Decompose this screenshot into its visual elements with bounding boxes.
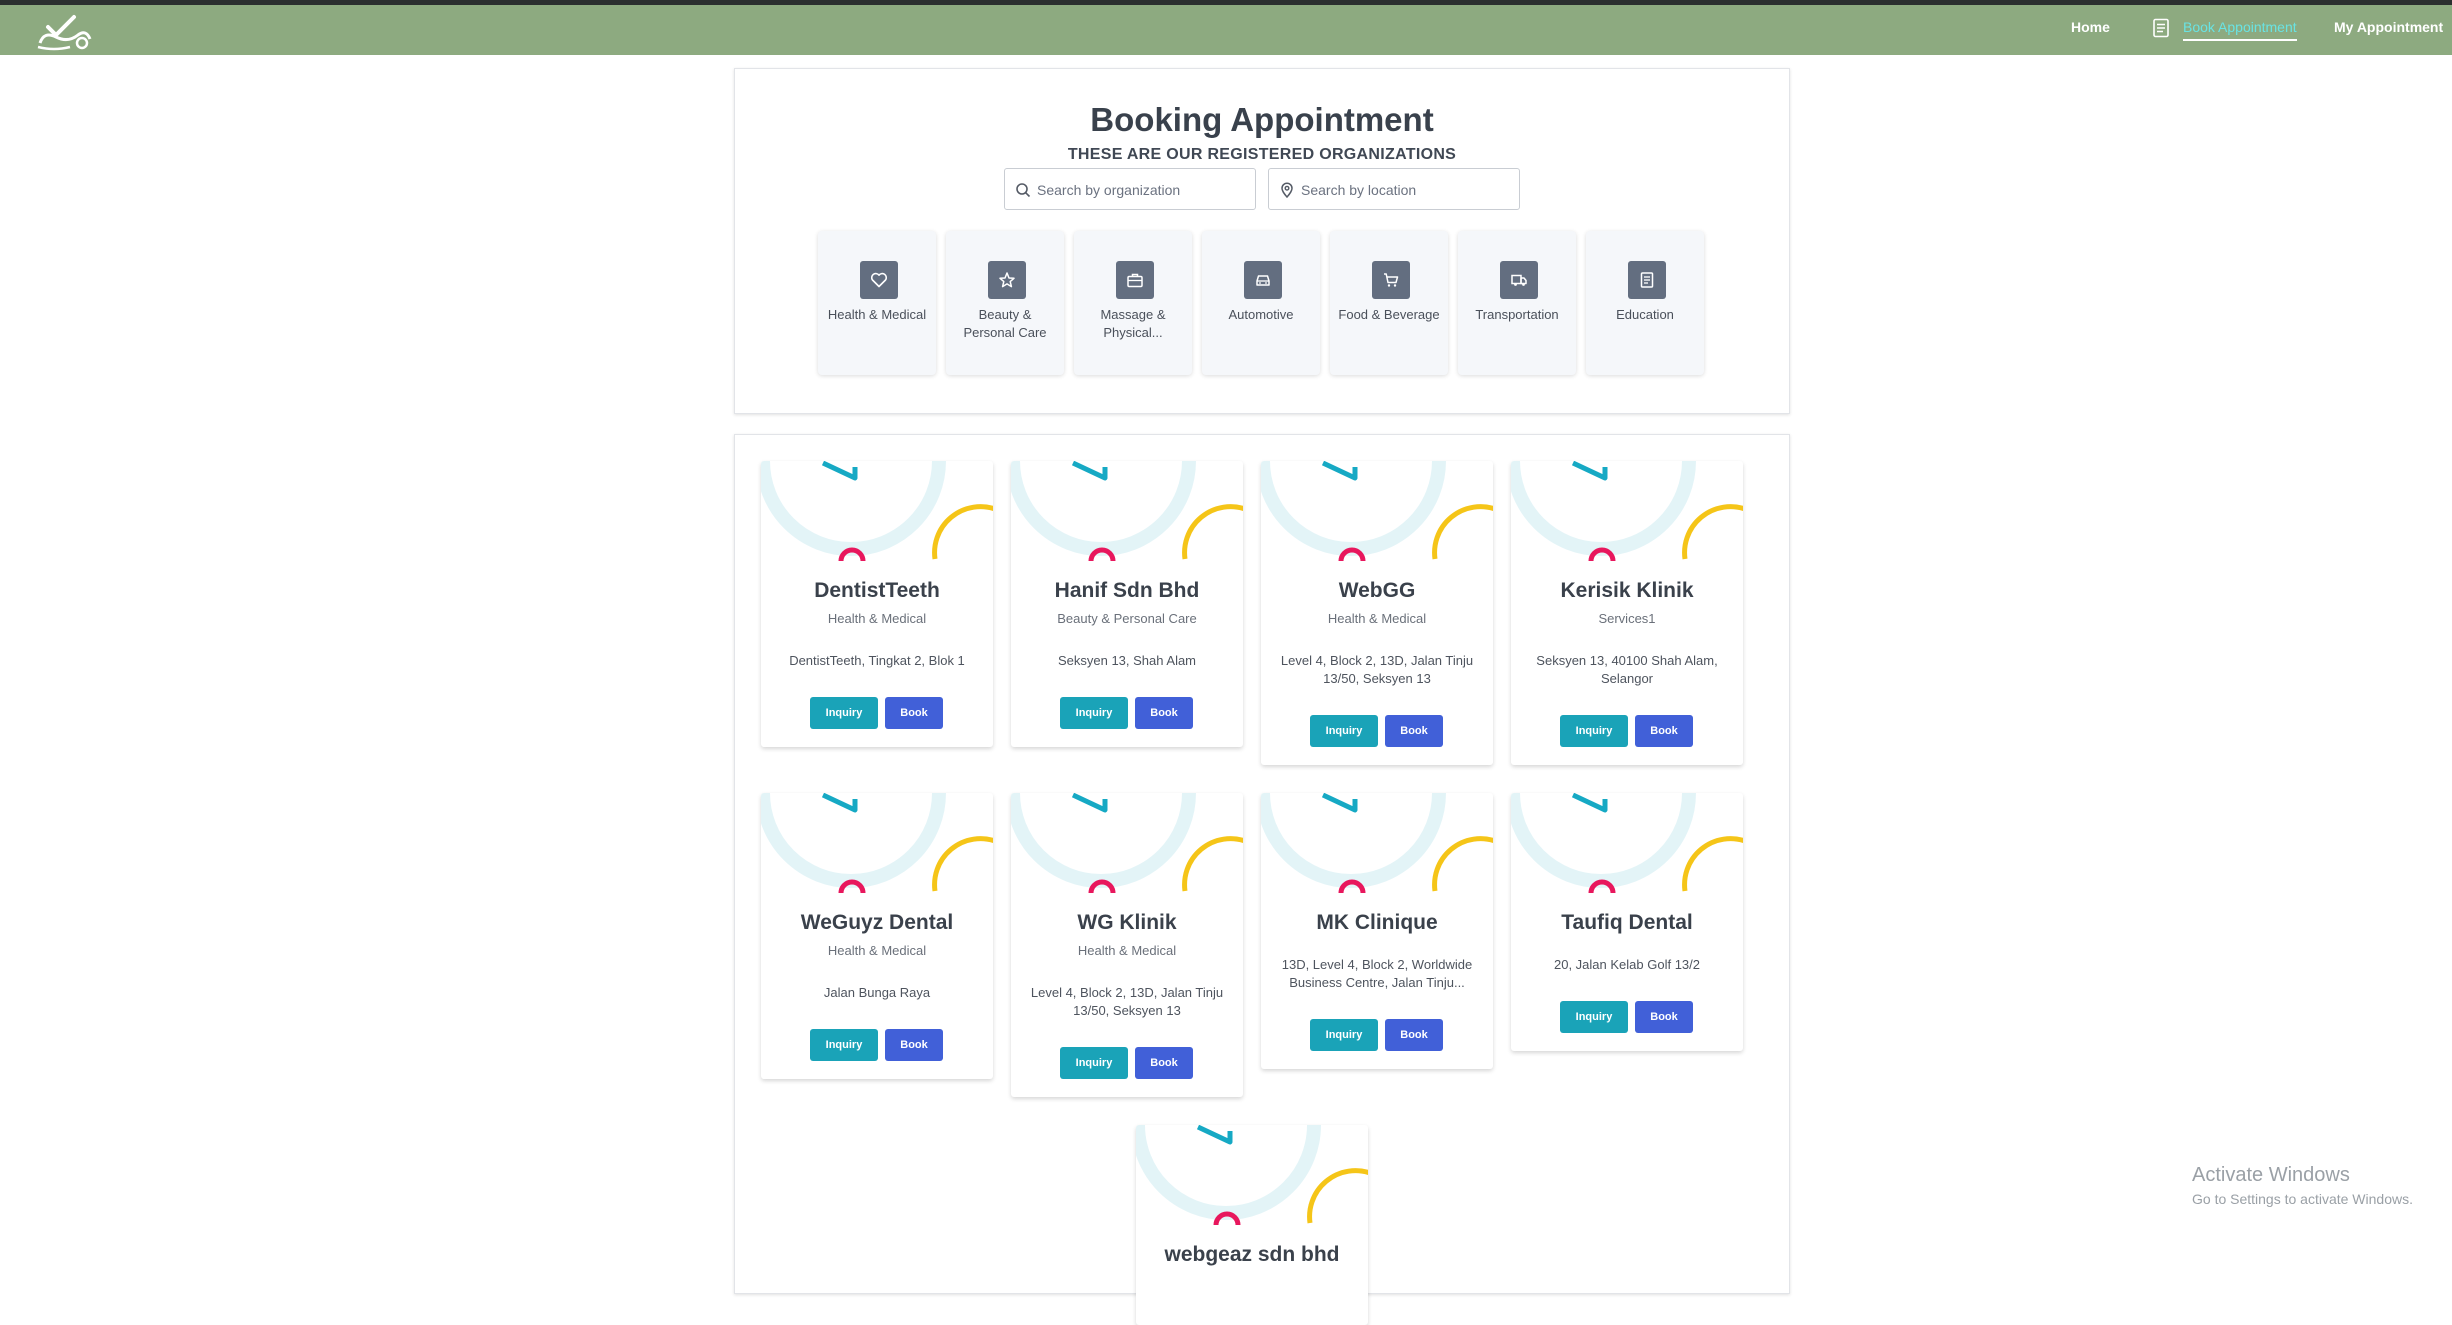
category-label: Beauty & Personal Care	[963, 307, 1047, 340]
organization-card: WG Klinik Health & Medical Level 4, Bloc…	[1011, 793, 1243, 1097]
organization-name: WG Klinik	[1077, 911, 1177, 934]
category-label: Health & Medical	[827, 307, 927, 322]
category-transportation[interactable]: Transportation	[1458, 231, 1576, 375]
decorative-pattern-icon	[1261, 793, 1493, 893]
category-label: Massage & Physical...	[1100, 307, 1166, 340]
briefcase-icon	[1127, 273, 1143, 288]
organization-category: Health & Medical	[1327, 611, 1427, 626]
decorative-pattern-icon	[1511, 461, 1743, 561]
heart-icon	[870, 272, 888, 288]
book-button[interactable]: Book	[1385, 1019, 1443, 1051]
organization-card: MK Clinique 13D, Level 4, Block 2, World…	[1261, 793, 1493, 1069]
decorative-pattern-icon	[1511, 793, 1743, 893]
cart-icon	[1384, 273, 1399, 287]
page-title: Booking Appointment	[1090, 101, 1434, 138]
organization-address: Seksyen 13, 40100 Shah Alam, Selangor	[1536, 653, 1718, 686]
location-pin-icon	[1281, 182, 1293, 198]
inquiry-button[interactable]: Inquiry	[810, 1029, 878, 1061]
category-automotive[interactable]: Automotive	[1202, 231, 1320, 375]
decorative-pattern-icon	[761, 793, 993, 893]
car-icon	[1256, 275, 1270, 286]
category-label: Food & Beverage	[1338, 307, 1440, 322]
truck-icon	[1511, 274, 1527, 286]
organization-address: Level 4, Block 2, 13D, Jalan Tinju 13/50…	[1030, 985, 1224, 1018]
category-beauty-personal-care[interactable]: Beauty & Personal Care	[946, 231, 1064, 375]
book-appointment-icon	[2153, 18, 2169, 38]
organization-card: WeGuyz Dental Health & Medical Jalan Bun…	[761, 793, 993, 1079]
organization-card: Hanif Sdn Bhd Beauty & Personal Care Sek…	[1011, 461, 1243, 747]
inquiry-button[interactable]: Inquiry	[1310, 1019, 1378, 1051]
windows-activation-hint: Go to Settings to activate Windows.	[2192, 1191, 2413, 1207]
decorative-pattern-icon	[1261, 461, 1493, 561]
book-button[interactable]: Book	[1135, 1047, 1193, 1079]
nav-home-link[interactable]: Home	[2071, 19, 2110, 35]
organization-category: Health & Medical	[827, 943, 927, 958]
inquiry-button[interactable]: Inquiry	[1060, 697, 1128, 729]
organization-address: DentistTeeth, Tingkat 2, Blok 1	[789, 653, 965, 668]
search-panel: Booking Appointment THESE ARE OUR REGIST…	[734, 68, 1790, 414]
location-search[interactable]	[1268, 168, 1520, 210]
inquiry-button[interactable]: Inquiry	[1560, 715, 1628, 747]
organization-name: Hanif Sdn Bhd	[1054, 579, 1200, 602]
category-health-medical[interactable]: Health & Medical	[818, 231, 936, 375]
search-icon	[1016, 183, 1031, 198]
book-button[interactable]: Book	[885, 697, 943, 729]
page-subtitle: THESE ARE OUR REGISTERED ORGANIZATIONS	[1067, 146, 1457, 163]
organization-search[interactable]	[1004, 168, 1256, 210]
location-search-input[interactable]	[1301, 178, 1511, 202]
category-label: Transportation	[1475, 307, 1559, 322]
nav-my-appointment-link[interactable]: My Appointment	[2334, 19, 2443, 35]
decorative-pattern-icon	[761, 461, 993, 561]
organization-name: DentistTeeth	[814, 579, 940, 602]
organization-name: Kerisik Klinik	[1560, 579, 1694, 602]
category-education[interactable]: Education	[1586, 231, 1704, 375]
nav-book-appointment-link[interactable]: Book Appointment	[2183, 19, 2297, 41]
organization-address: Level 4, Block 2, 13D, Jalan Tinju 13/50…	[1280, 653, 1474, 686]
category-food-beverage[interactable]: Food & Beverage	[1330, 231, 1448, 375]
organization-name: MK Clinique	[1316, 911, 1438, 934]
book-button[interactable]: Book	[885, 1029, 943, 1061]
inquiry-button[interactable]: Inquiry	[1060, 1047, 1128, 1079]
category-label: Automotive	[1228, 307, 1294, 322]
organization-address: Seksyen 13, Shah Alam	[1057, 653, 1197, 668]
organization-card: DentistTeeth Health & Medical DentistTee…	[761, 461, 993, 747]
organization-category: Services1	[1598, 611, 1656, 626]
book-button[interactable]: Book	[1635, 715, 1693, 747]
book-button[interactable]: Book	[1635, 1001, 1693, 1033]
organization-address: 20, Jalan Kelab Golf 13/2	[1554, 957, 1700, 972]
top-navbar: Home Book Appointment My Appointment	[0, 5, 2452, 55]
star-icon	[999, 272, 1015, 288]
organization-card: Taufiq Dental 20, Jalan Kelab Golf 13/2 …	[1511, 793, 1743, 1051]
organization-address: 13D, Level 4, Block 2, Worldwide Busines…	[1281, 957, 1473, 990]
decorative-pattern-icon	[1011, 793, 1243, 893]
book-button[interactable]: Book	[1135, 697, 1193, 729]
organization-address: Jalan Bunga Raya	[823, 985, 931, 1000]
organization-category: Beauty & Personal Care	[1057, 611, 1197, 626]
windows-activation-title: Activate Windows	[2192, 1164, 2350, 1186]
organization-name: WeGuyz Dental	[800, 911, 954, 934]
document-icon	[1640, 272, 1654, 288]
category-massage-physical[interactable]: Massage & Physical...	[1074, 231, 1192, 375]
decorative-pattern-icon	[1136, 1125, 1368, 1225]
organizations-panel: DentistTeeth Health & Medical DentistTee…	[734, 434, 1790, 1325]
organization-card: Kerisik Klinik Services1 Seksyen 13, 401…	[1511, 461, 1743, 765]
category-label: Education	[1616, 307, 1674, 322]
book-button[interactable]: Book	[1385, 715, 1443, 747]
organization-name: WebGG	[1338, 579, 1416, 602]
decorative-pattern-icon	[1011, 461, 1243, 561]
brand-logo-icon[interactable]	[34, 13, 92, 53]
organization-name: webgeaz sdn bhd	[1164, 1243, 1340, 1266]
organization-card: WebGG Health & Medical Level 4, Block 2,…	[1261, 461, 1493, 765]
inquiry-button[interactable]: Inquiry	[810, 697, 878, 729]
inquiry-button[interactable]: Inquiry	[1310, 715, 1378, 747]
organization-card: webgeaz sdn bhd	[1136, 1125, 1368, 1325]
organization-search-input[interactable]	[1037, 178, 1247, 202]
organization-name: Taufiq Dental	[1561, 911, 1693, 934]
organization-category: Health & Medical	[1077, 943, 1177, 958]
inquiry-button[interactable]: Inquiry	[1560, 1001, 1628, 1033]
organization-category: Health & Medical	[827, 611, 927, 626]
